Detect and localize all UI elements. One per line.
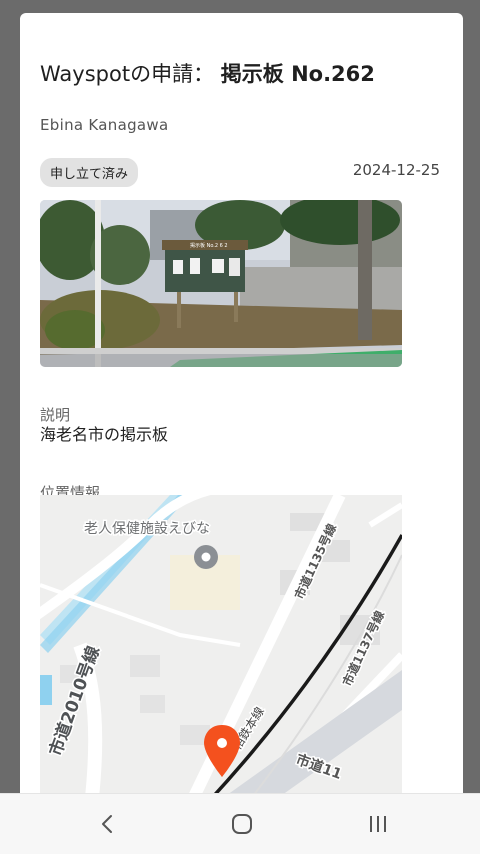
home-button[interactable]: [202, 794, 282, 854]
page-title: Wayspotの申請： 掲示板 No.262: [40, 58, 420, 88]
recents-button[interactable]: [338, 794, 418, 854]
back-icon: [102, 815, 112, 833]
wayspot-photo-image: 掲示板 No.2 6 2: [40, 200, 402, 367]
description-value: 海老名市の掲示板: [40, 425, 169, 444]
location-map[interactable]: 老人保健施設えびな 市道1135号線 市道1137号線 市道2010号線 相鉄本…: [40, 495, 402, 800]
title-prefix: Wayspotの申請：: [40, 62, 215, 86]
submission-date: 2024-12-25: [352, 161, 440, 179]
wayspot-photo[interactable]: 掲示板 No.2 6 2: [40, 200, 402, 367]
location-text: Ebina Kanagawa: [40, 116, 169, 134]
status-badge: 申し立て済み: [40, 158, 139, 187]
system-navigation-bar: [0, 793, 480, 854]
back-button[interactable]: [68, 794, 148, 854]
sign-text: 掲示板 No.2 6 2: [190, 242, 228, 249]
recents-icon: [370, 816, 386, 832]
title-name: 掲示板 No.262: [220, 62, 375, 86]
map-poi-label: 老人保健施設えびな: [84, 521, 210, 537]
home-icon: [232, 814, 252, 834]
